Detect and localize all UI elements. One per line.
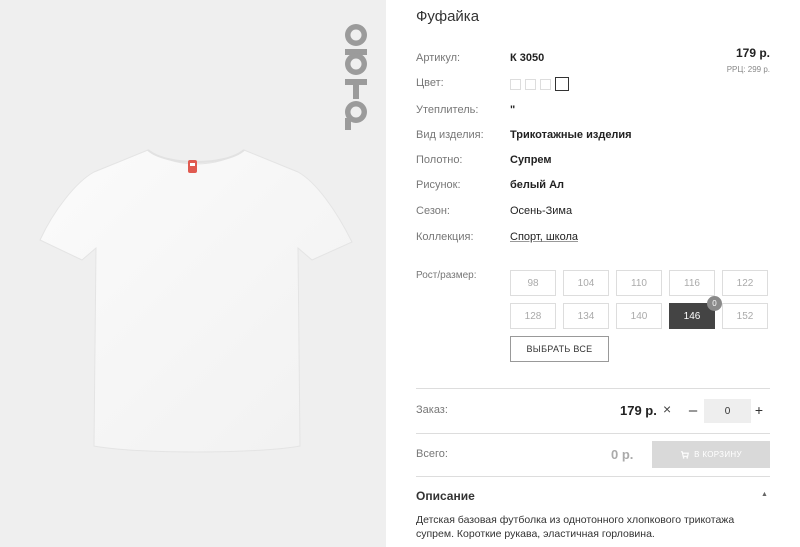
total-label: Всего: (416, 448, 448, 460)
spec-label: Коллекция: (416, 231, 474, 243)
size-option[interactable]: 140 (616, 303, 662, 329)
brand-logo (336, 22, 376, 132)
quantity-input[interactable] (704, 399, 751, 423)
spec-value: белый Ал (510, 179, 565, 191)
spec-value: К 3050 (510, 52, 545, 64)
color-swatch-selected[interactable] (555, 77, 569, 91)
divider (416, 476, 770, 477)
decrease-quantity-button[interactable]: – (686, 400, 700, 420)
add-to-cart-button[interactable]: В КОРЗИНУ (652, 441, 770, 468)
spec-label: Сезон: (416, 205, 450, 217)
divider (416, 388, 770, 389)
product-price: 179 р. (735, 46, 770, 60)
color-swatch[interactable] (510, 78, 521, 90)
color-swatches (510, 77, 569, 91)
add-to-cart-label: В КОРЗИНУ (694, 450, 742, 459)
spec-label: Артикул: (416, 52, 461, 64)
description-title[interactable]: Описание (416, 489, 475, 503)
spec-value: Трикотажные изделия (510, 129, 632, 141)
size-option[interactable]: 122 (722, 270, 768, 296)
size-count-badge: 0 (707, 296, 722, 311)
order-label: Заказ: (416, 404, 448, 416)
divider (416, 433, 770, 434)
color-swatch[interactable] (540, 78, 551, 90)
spec-value: " (510, 104, 516, 116)
spec-value: Осень-Зима (510, 205, 573, 217)
recommended-price: РРЦ: 299 р. (726, 65, 770, 74)
description-text: Детская базовая футболка из однотонного … (416, 514, 735, 540)
spec-label: Рисунок: (416, 179, 461, 191)
size-option[interactable]: 128 (510, 303, 556, 329)
collapse-up-icon[interactable]: ▲ (761, 491, 768, 498)
size-option[interactable]: 134 (563, 303, 609, 329)
collection-link[interactable]: Спорт, школа (510, 231, 578, 243)
sizes-label: Рост/размер: (416, 270, 477, 281)
cart-icon (681, 451, 690, 459)
size-option[interactable]: 110 (616, 270, 662, 296)
product-title: Фуфайка (416, 8, 480, 25)
brand-logo-mark (345, 24, 367, 130)
spec-label: Утеплитель: (416, 104, 479, 116)
order-unit-price: 179 р. (620, 403, 657, 418)
size-option[interactable]: 98 (510, 270, 556, 296)
size-option[interactable]: 104 (563, 270, 609, 296)
tshirt-image (39, 149, 353, 453)
spec-label: Цвет: (416, 77, 444, 89)
spec-value: Супрем (510, 154, 552, 166)
spec-label: Вид изделия: (416, 129, 484, 141)
color-swatch[interactable] (525, 78, 536, 90)
size-option[interactable]: 152 (722, 303, 768, 329)
increase-quantity-button[interactable]: + (752, 400, 766, 420)
product-image-panel[interactable] (0, 0, 386, 547)
total-value: 0 р. (611, 447, 634, 462)
size-option[interactable]: 116 (669, 270, 715, 296)
spec-label: Полотно: (416, 154, 463, 166)
multiply-icon: × (663, 401, 672, 417)
select-all-button[interactable]: ВЫБРАТЬ ВСЕ (510, 336, 609, 362)
